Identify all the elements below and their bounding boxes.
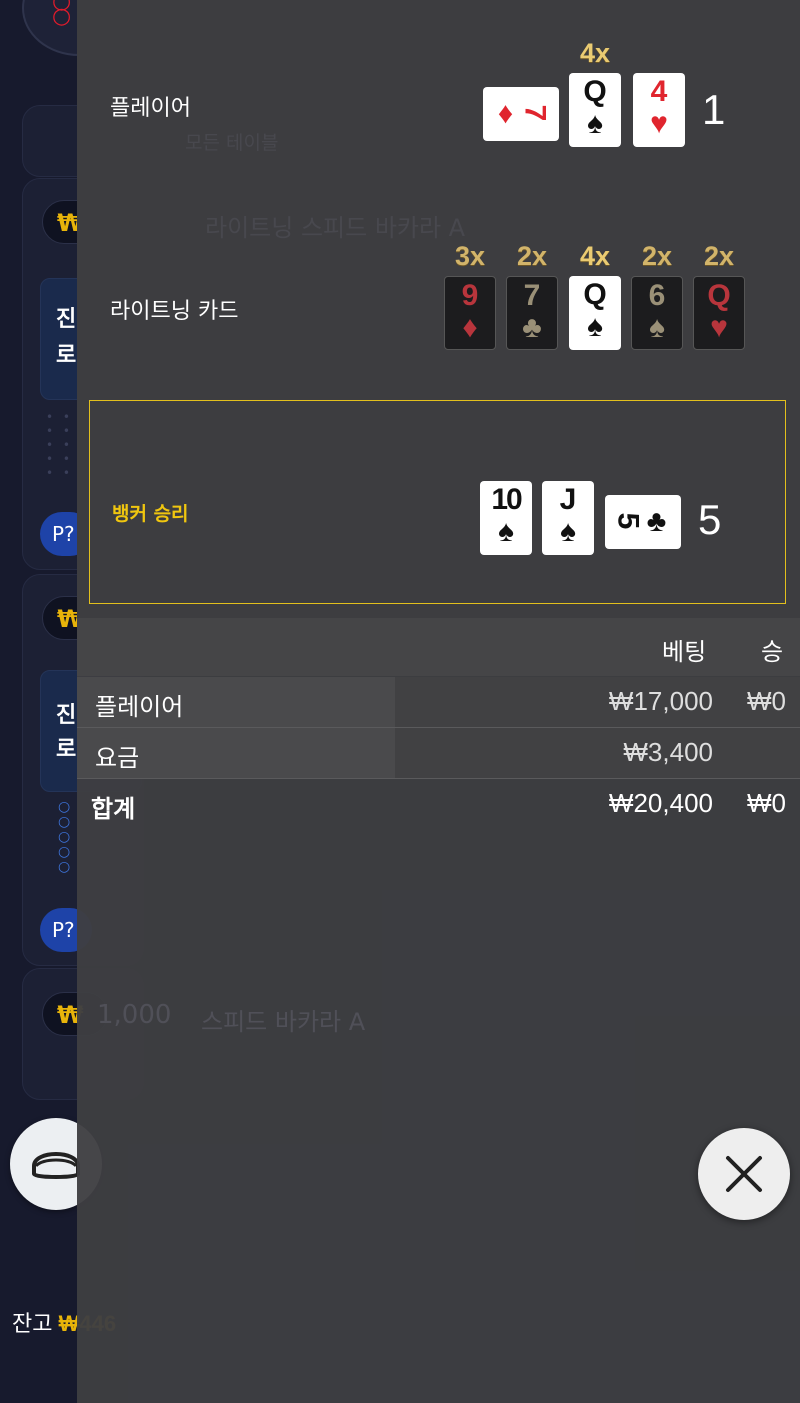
- card-rank: 10: [491, 483, 522, 516]
- card-suit: ♠: [649, 311, 665, 344]
- logo-icon: ○ ○: [52, 0, 72, 29]
- card-multiplier: 2x: [516, 241, 548, 271]
- card-rank: Q: [583, 278, 607, 311]
- road-dots: • • • • • • • • • •: [46, 410, 73, 480]
- bet-column-header: 베팅: [662, 638, 707, 666]
- bet-row: 플레이어 ₩17,000 ₩0: [77, 677, 800, 727]
- playing-card: 5 ♣: [605, 495, 681, 549]
- card-rank: 6: [648, 279, 666, 312]
- table-text: 로: [56, 737, 77, 762]
- card-rank: 4: [650, 75, 668, 108]
- card-multiplier: 3x: [454, 241, 486, 271]
- playing-card: 4 ♥: [633, 73, 685, 147]
- ghost-text: 라이트닝 스피드 바카라 A: [205, 214, 466, 242]
- card-multiplier: 4x: [579, 241, 611, 271]
- card-rank: Q: [583, 75, 607, 108]
- lightning-card: 7 ♣: [506, 276, 558, 350]
- card-multiplier: 2x: [641, 241, 673, 271]
- ghost-text: 모든 테이블: [185, 132, 279, 154]
- playing-card: 10 ♠: [480, 481, 532, 555]
- seat-icon: [32, 1152, 80, 1179]
- balance-label: 잔고: [12, 1311, 53, 1336]
- card-rank: 7: [523, 279, 541, 312]
- card-multiplier: 4x: [579, 38, 611, 68]
- player-label: 플레이어: [110, 96, 191, 121]
- card-rank: 9: [461, 279, 479, 312]
- bet-row-name: 플레이어: [95, 693, 184, 721]
- card-suit: ♠: [560, 515, 576, 548]
- win-column-header: 승: [761, 638, 784, 666]
- card-suit: ♥: [650, 107, 668, 140]
- card-rank: J: [559, 483, 577, 516]
- card-rank: Q: [707, 279, 731, 312]
- bet-amount: ₩3,400: [623, 737, 713, 767]
- card-suit: ♦: [497, 97, 516, 130]
- bet-row: 요금 ₩3,400: [77, 728, 800, 778]
- card-suit: ♠: [587, 310, 603, 343]
- table-text: 진: [56, 703, 77, 728]
- banker-score: 5: [698, 496, 722, 543]
- player-score: 1: [702, 86, 726, 133]
- lightning-card: 6 ♠: [631, 276, 683, 350]
- bet-row-name: 요금: [95, 744, 140, 772]
- card-suit: ♠: [498, 515, 514, 548]
- road-dots: ○ ○ ○ ○ ○: [58, 799, 71, 875]
- total-label: 합계: [91, 795, 136, 823]
- win-amount: ₩0: [747, 686, 786, 716]
- card-suit: ♥: [710, 311, 728, 344]
- banker-win-label: 뱅커 승리: [112, 503, 189, 525]
- banker-winner-box: 뱅커 승리: [89, 400, 786, 604]
- round-result-panel: 모든 테이블 라이트닝 스피드 바카라 A 1,000 스피드 바카라 A 플레…: [77, 0, 800, 1403]
- table-text: 로: [56, 343, 77, 368]
- bet-amount: ₩17,000: [608, 686, 713, 716]
- ghost-text: 1,000: [97, 1000, 172, 1030]
- playing-card: Q ♠: [569, 73, 621, 147]
- close-icon: [726, 1156, 762, 1192]
- lightning-card: Q ♠: [569, 276, 621, 350]
- bet-table-header: 베팅 승: [77, 618, 800, 676]
- playing-card: J ♠: [542, 481, 594, 555]
- total-bet: ₩20,400: [608, 788, 713, 818]
- card-multiplier: 2x: [703, 241, 735, 271]
- card-rank: 7: [518, 104, 552, 124]
- card-suit: ♣: [646, 505, 669, 538]
- card-suit: ♣: [522, 311, 542, 344]
- lightning-card: Q ♥: [693, 276, 745, 350]
- lightning-label: 라이트닝 카드: [110, 299, 239, 324]
- bet-total-row: 합계 ₩20,400 ₩0: [77, 779, 800, 829]
- card-suit: ♠: [587, 107, 603, 140]
- ghost-text: 스피드 바카라 A: [201, 1008, 366, 1036]
- playing-card: ♦ 7: [483, 87, 559, 141]
- card-rank: 5: [610, 512, 644, 532]
- lightning-card: 9 ♦: [444, 276, 496, 350]
- total-win: ₩0: [747, 788, 786, 818]
- card-suit: ♦: [462, 311, 478, 344]
- close-button[interactable]: [698, 1128, 790, 1220]
- table-text: 진: [56, 307, 77, 332]
